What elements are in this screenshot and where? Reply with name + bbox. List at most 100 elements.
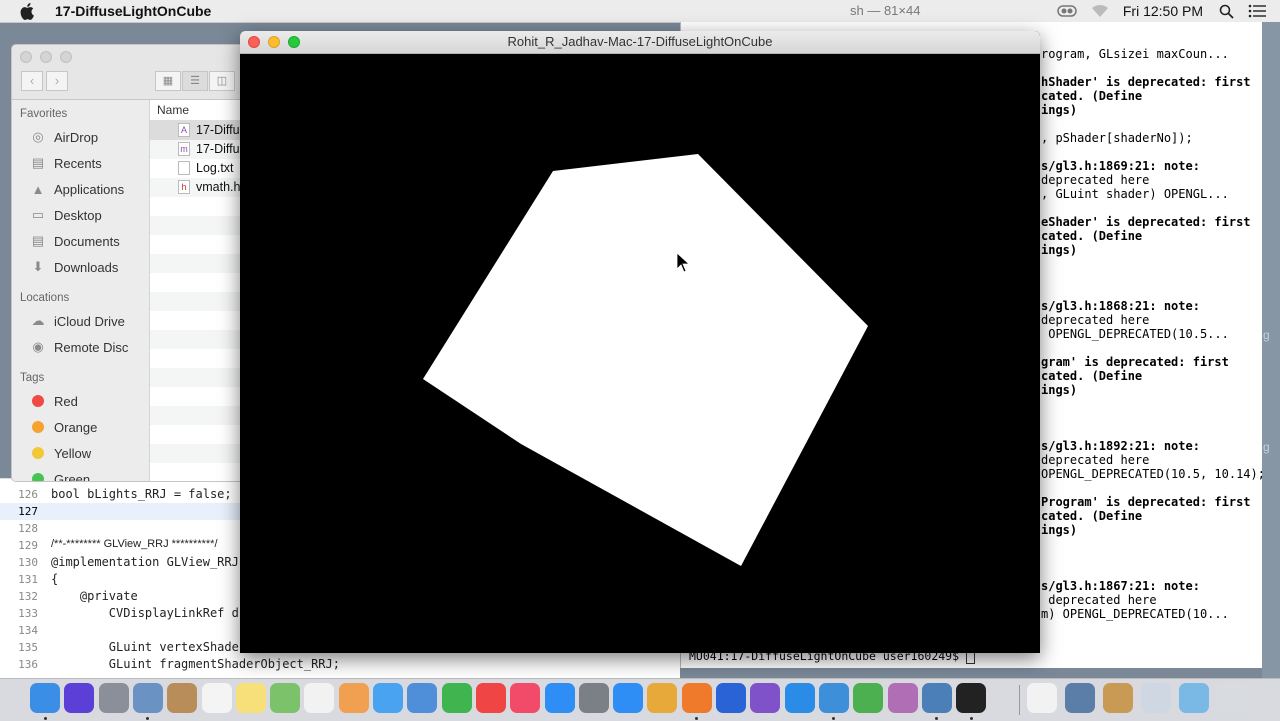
apple-icon[interactable] bbox=[20, 2, 36, 20]
close-button[interactable] bbox=[248, 36, 260, 48]
sidebar-item-label: Desktop bbox=[54, 207, 102, 223]
list-icon[interactable] bbox=[1248, 4, 1266, 18]
zoom-button[interactable] bbox=[288, 36, 300, 48]
photos-icon[interactable] bbox=[338, 683, 369, 713]
zoom-button[interactable] bbox=[60, 51, 72, 63]
visibility-icon[interactable] bbox=[1057, 4, 1077, 18]
background-window-title: sh — 81×44 bbox=[850, 3, 921, 18]
finder-icon[interactable] bbox=[30, 683, 60, 713]
sidebar-item-label: Orange bbox=[54, 419, 98, 435]
icon-view-button[interactable]: ▦ bbox=[155, 71, 181, 91]
terminal-line: s/gl3.h:1868:21: note: bbox=[1041, 299, 1200, 313]
visual-studio-icon[interactable] bbox=[750, 683, 781, 713]
code-text: GLuint fragmentShaderObject_RRJ; bbox=[51, 657, 340, 671]
xcode-icon[interactable] bbox=[818, 683, 849, 713]
wifi-icon[interactable] bbox=[1091, 4, 1109, 18]
sidebar-item-green[interactable]: Green bbox=[30, 469, 90, 481]
terminal-line: eShader' is deprecated: first bbox=[1041, 215, 1251, 229]
dock-separator bbox=[1019, 685, 1020, 715]
file-icon: m bbox=[178, 142, 190, 156]
numbers-icon[interactable] bbox=[441, 683, 472, 713]
search-icon[interactable] bbox=[1219, 4, 1234, 19]
sidebar-item-remote-disc[interactable]: ◉ Remote Disc bbox=[30, 337, 128, 357]
terminal-line: rogram, GLsizei maxCoun... bbox=[1041, 47, 1229, 61]
terminal-icon[interactable] bbox=[956, 683, 987, 713]
menu-bar: 17-DiffuseLightOnCube sh — 81×44 Fri 12:… bbox=[0, 0, 1280, 23]
line-number: 134 bbox=[18, 624, 38, 637]
code-line[interactable]: 136 GLuint fragmentShaderObject_RRJ; bbox=[0, 656, 680, 673]
file-name: 17-Diffu bbox=[196, 142, 240, 156]
maps-icon[interactable] bbox=[270, 683, 301, 713]
line-number: 135 bbox=[18, 641, 38, 654]
xcode-build-icon[interactable] bbox=[921, 683, 952, 713]
music-icon[interactable] bbox=[510, 683, 541, 713]
line-number: 129 bbox=[18, 539, 38, 552]
notes-icon[interactable] bbox=[235, 683, 266, 713]
terminal-line: deprecated here bbox=[1041, 453, 1150, 467]
dropbox-icon[interactable] bbox=[716, 683, 746, 713]
close-button[interactable] bbox=[20, 51, 32, 63]
recents-icon: ▤ bbox=[31, 155, 45, 170]
archive-icon[interactable] bbox=[1103, 683, 1133, 713]
code-text: { bbox=[51, 572, 59, 586]
tag-color-dot bbox=[32, 447, 44, 459]
sidebar-item-downloads[interactable]: ⬇ Downloads bbox=[30, 257, 119, 277]
keynote-icon[interactable] bbox=[407, 683, 438, 713]
disc-icon: ◉ bbox=[32, 339, 44, 354]
sidebar-item-recents[interactable]: ▤ Recents bbox=[30, 153, 102, 173]
back-button[interactable]: ‹ bbox=[21, 71, 43, 91]
reminders-icon[interactable] bbox=[304, 683, 335, 713]
terminal-line: ings) bbox=[1041, 383, 1078, 397]
clock[interactable]: Fri 12:50 PM bbox=[1123, 3, 1203, 19]
code-text: bool bLights_RRJ = false; bbox=[51, 487, 232, 501]
line-number: 126 bbox=[18, 488, 38, 501]
app-name[interactable]: 17-DiffuseLightOnCube bbox=[55, 3, 211, 19]
column-view-button[interactable]: ◫ bbox=[209, 71, 235, 91]
sidebar-item-orange[interactable]: Orange bbox=[30, 417, 97, 437]
contacts-icon[interactable] bbox=[167, 683, 198, 713]
sidebar-item-applications[interactable]: ▲ Applications bbox=[30, 179, 125, 199]
code-text: @private bbox=[51, 589, 138, 603]
terminal-line: m) OPENGL_DEPRECATED(10... bbox=[1041, 607, 1229, 621]
sidebar-item-yellow[interactable]: Yellow bbox=[30, 443, 91, 463]
downloads-stack-icon[interactable] bbox=[1179, 683, 1209, 713]
siri-icon[interactable] bbox=[64, 683, 95, 713]
list-view-button[interactable]: ☰ bbox=[182, 71, 208, 91]
preview-docs-icon[interactable] bbox=[1065, 683, 1095, 713]
line-number: 131 bbox=[18, 573, 38, 586]
messages-icon[interactable] bbox=[373, 683, 403, 713]
calendar-icon[interactable] bbox=[201, 683, 232, 713]
code-text: CVDisplayLinkRef d bbox=[51, 606, 239, 620]
textedit-icon[interactable] bbox=[1027, 683, 1057, 713]
sidebar-item-airdrop[interactable]: ◎ AirDrop bbox=[30, 127, 98, 147]
minimize-button[interactable] bbox=[268, 36, 280, 48]
minimize-button[interactable] bbox=[40, 51, 52, 63]
sidebar-item-label: Red bbox=[54, 393, 78, 409]
safari-icon[interactable] bbox=[613, 683, 644, 713]
app-icon[interactable] bbox=[1141, 683, 1171, 713]
forward-button[interactable]: › bbox=[46, 71, 68, 91]
chrome-icon[interactable] bbox=[647, 683, 678, 713]
sidebar-item-desktop[interactable]: ▭ Desktop bbox=[30, 205, 102, 225]
line-number: 127 bbox=[18, 505, 38, 518]
android-studio-icon[interactable] bbox=[853, 683, 884, 713]
sidebar-section-tags: Tags bbox=[20, 372, 45, 384]
opengl-window[interactable]: Rohit_R_Jadhav-Mac-17-DiffuseLightOnCube bbox=[240, 31, 1040, 653]
opengl-window-titlebar[interactable]: Rohit_R_Jadhav-Mac-17-DiffuseLightOnCube bbox=[240, 31, 1040, 54]
firefox-icon[interactable] bbox=[681, 683, 712, 713]
trash-icon[interactable] bbox=[1217, 683, 1247, 713]
vscode-icon[interactable] bbox=[784, 683, 815, 713]
sidebar-section-favorites: Favorites bbox=[20, 108, 68, 120]
sidebar-item-red[interactable]: Red bbox=[30, 391, 78, 411]
instruments-icon[interactable] bbox=[887, 683, 918, 713]
tag-color-dot bbox=[32, 473, 44, 481]
launchpad-icon[interactable] bbox=[98, 683, 129, 713]
system-preferences-icon[interactable] bbox=[578, 683, 609, 713]
news-icon[interactable] bbox=[475, 683, 506, 713]
sidebar-item-label: Downloads bbox=[54, 259, 119, 275]
app-store-icon[interactable] bbox=[544, 683, 575, 713]
render-viewport[interactable] bbox=[240, 54, 1040, 653]
preview-icon[interactable] bbox=[132, 683, 163, 713]
sidebar-item-documents[interactable]: ▤ Documents bbox=[30, 231, 120, 251]
sidebar-item-icloud-drive[interactable]: ☁ iCloud Drive bbox=[30, 311, 125, 331]
